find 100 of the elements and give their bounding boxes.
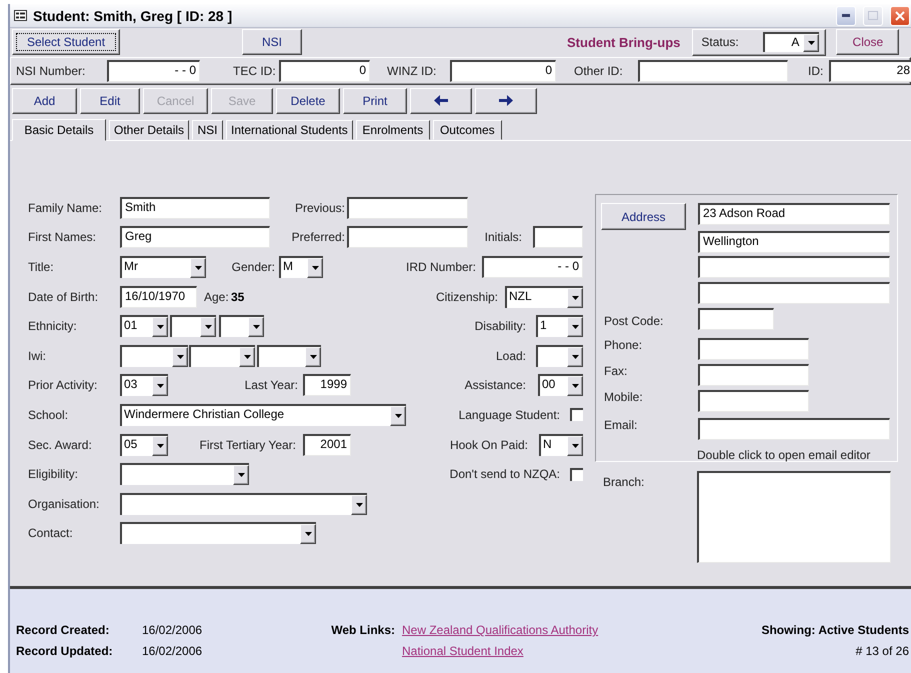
record-date: 16/02/2006 bbox=[142, 623, 202, 637]
caret-icon bbox=[304, 532, 312, 536]
checkbox[interactable] bbox=[570, 408, 583, 422]
contact-label: Email: bbox=[603, 418, 638, 432]
dropdown[interactable]: 01 bbox=[120, 315, 168, 338]
dropdown[interactable]: M bbox=[279, 256, 323, 278]
caret-icon bbox=[572, 354, 578, 359]
dropdown[interactable]: 05 bbox=[120, 434, 168, 456]
caret-icon bbox=[252, 325, 260, 330]
tab[interactable]: Other Details bbox=[109, 120, 190, 140]
field-label: IRD Number: bbox=[404, 260, 476, 274]
dropdown[interactable] bbox=[219, 315, 264, 338]
address-field[interactable]: 23 Adson Road bbox=[698, 203, 890, 225]
dropdown[interactable]: 00 bbox=[538, 374, 583, 396]
field-label: Organisation: bbox=[28, 496, 100, 511]
window-title: Student: Smith, Greg [ ID: 28 ] bbox=[33, 8, 234, 24]
branch-label: Branch: bbox=[603, 475, 646, 489]
address-field[interactable]: Wellington bbox=[698, 230, 890, 253]
minimize-icon bbox=[842, 14, 850, 17]
next-record-button[interactable] bbox=[475, 88, 537, 114]
dropdown[interactable]: 03 bbox=[120, 374, 168, 396]
status-dropdown[interactable]: A bbox=[763, 32, 820, 52]
contact-field[interactable] bbox=[698, 308, 774, 330]
toolbar-button[interactable]: Edit bbox=[80, 88, 140, 114]
bring-ups-button[interactable]: Student Bring-ups bbox=[567, 34, 680, 50]
field-label: Last Year: bbox=[244, 378, 298, 392]
text-field[interactable]: Smith bbox=[120, 196, 270, 219]
close-window-button[interactable] bbox=[890, 6, 910, 26]
tab[interactable]: International Students bbox=[226, 120, 353, 140]
contact-field[interactable] bbox=[698, 364, 809, 386]
checkbox[interactable] bbox=[570, 468, 583, 481]
dropdown[interactable]: Mr bbox=[120, 256, 206, 278]
dropdown[interactable] bbox=[120, 522, 316, 544]
caret-icon bbox=[572, 384, 578, 388]
contact-field[interactable] bbox=[698, 418, 890, 440]
field-label: Assistance: bbox=[464, 378, 526, 392]
caret-icon bbox=[156, 325, 164, 330]
text-field[interactable]: 2001 bbox=[303, 434, 351, 456]
text-field[interactable] bbox=[533, 226, 583, 248]
id-field[interactable] bbox=[638, 60, 788, 82]
branch-field[interactable] bbox=[697, 471, 891, 563]
field-label: Load: bbox=[494, 348, 526, 363]
dropdown[interactable] bbox=[189, 344, 255, 367]
tab[interactable]: Enrolments bbox=[356, 120, 430, 140]
field-label: Title: bbox=[28, 260, 55, 274]
email-hint: Double click to open email editor bbox=[697, 448, 872, 462]
record-label: Record Updated: bbox=[16, 644, 114, 658]
previous-record-button[interactable] bbox=[410, 88, 472, 114]
id-field[interactable]: 28 bbox=[829, 60, 911, 82]
maximize-icon bbox=[868, 11, 878, 20]
address-field[interactable] bbox=[698, 282, 890, 304]
dropdown[interactable]: NZL bbox=[505, 286, 583, 308]
contact-field[interactable] bbox=[698, 338, 809, 360]
dropdown[interactable] bbox=[257, 344, 321, 367]
dropdown[interactable] bbox=[170, 315, 216, 338]
field-label: Iwi: bbox=[28, 348, 47, 363]
web-link[interactable]: National Student Index bbox=[402, 644, 524, 658]
text-field[interactable] bbox=[347, 196, 468, 219]
dropdown[interactable] bbox=[120, 492, 367, 515]
web-links-label: Web Links: bbox=[331, 623, 395, 637]
text-field[interactable]: 1999 bbox=[303, 374, 351, 396]
text-field[interactable]: 16/10/1970 bbox=[120, 286, 197, 308]
text-field[interactable] bbox=[347, 226, 468, 248]
select-student-button[interactable]: Select Student bbox=[12, 29, 120, 55]
close-icon bbox=[895, 10, 905, 20]
contact-field[interactable] bbox=[698, 390, 809, 412]
nsi-button[interactable]: NSI bbox=[242, 29, 302, 55]
field-label: First Names: bbox=[28, 230, 98, 244]
address-button[interactable]: Address bbox=[601, 203, 686, 230]
caret-icon bbox=[312, 266, 318, 270]
toolbar-button[interactable]: Add bbox=[12, 88, 77, 114]
field-label: Family Name: bbox=[28, 200, 104, 215]
field-label: Language Student: bbox=[458, 408, 560, 422]
text-field[interactable]: - - 0 bbox=[482, 256, 583, 278]
caret-icon bbox=[176, 354, 184, 359]
dropdown[interactable]: 1 bbox=[536, 315, 583, 338]
toolbar-button[interactable]: Delete bbox=[276, 88, 340, 114]
web-link[interactable]: New Zealand Qualifications Authority bbox=[402, 623, 598, 637]
close-button[interactable]: Close bbox=[836, 29, 900, 55]
field-label: Age: bbox=[204, 290, 230, 304]
minimize-button[interactable] bbox=[836, 6, 856, 26]
field-label: Date of Birth: bbox=[28, 290, 100, 304]
id-field[interactable]: 0 bbox=[450, 60, 556, 82]
toolbar-button[interactable]: Print bbox=[343, 88, 407, 114]
dropdown[interactable] bbox=[120, 344, 188, 367]
field-label: Gender: bbox=[230, 260, 275, 274]
field-label: First Tertiary Year: bbox=[198, 438, 296, 452]
dropdown[interactable]: N bbox=[539, 434, 583, 456]
dropdown[interactable]: Windermere Christian College bbox=[120, 404, 406, 426]
text-field[interactable]: Greg bbox=[120, 226, 270, 248]
contact-label: Post Code: bbox=[603, 314, 664, 328]
dropdown[interactable] bbox=[536, 344, 583, 367]
dropdown[interactable] bbox=[120, 463, 249, 486]
id-label: WINZ ID: bbox=[387, 64, 438, 78]
address-field[interactable] bbox=[698, 256, 890, 278]
tab[interactable]: NSI bbox=[192, 120, 224, 140]
id-field[interactable]: - - 0 bbox=[107, 60, 200, 82]
tab[interactable]: Outcomes bbox=[432, 120, 502, 140]
tab[interactable]: Basic Details bbox=[12, 119, 106, 141]
id-field[interactable]: 0 bbox=[279, 60, 370, 82]
